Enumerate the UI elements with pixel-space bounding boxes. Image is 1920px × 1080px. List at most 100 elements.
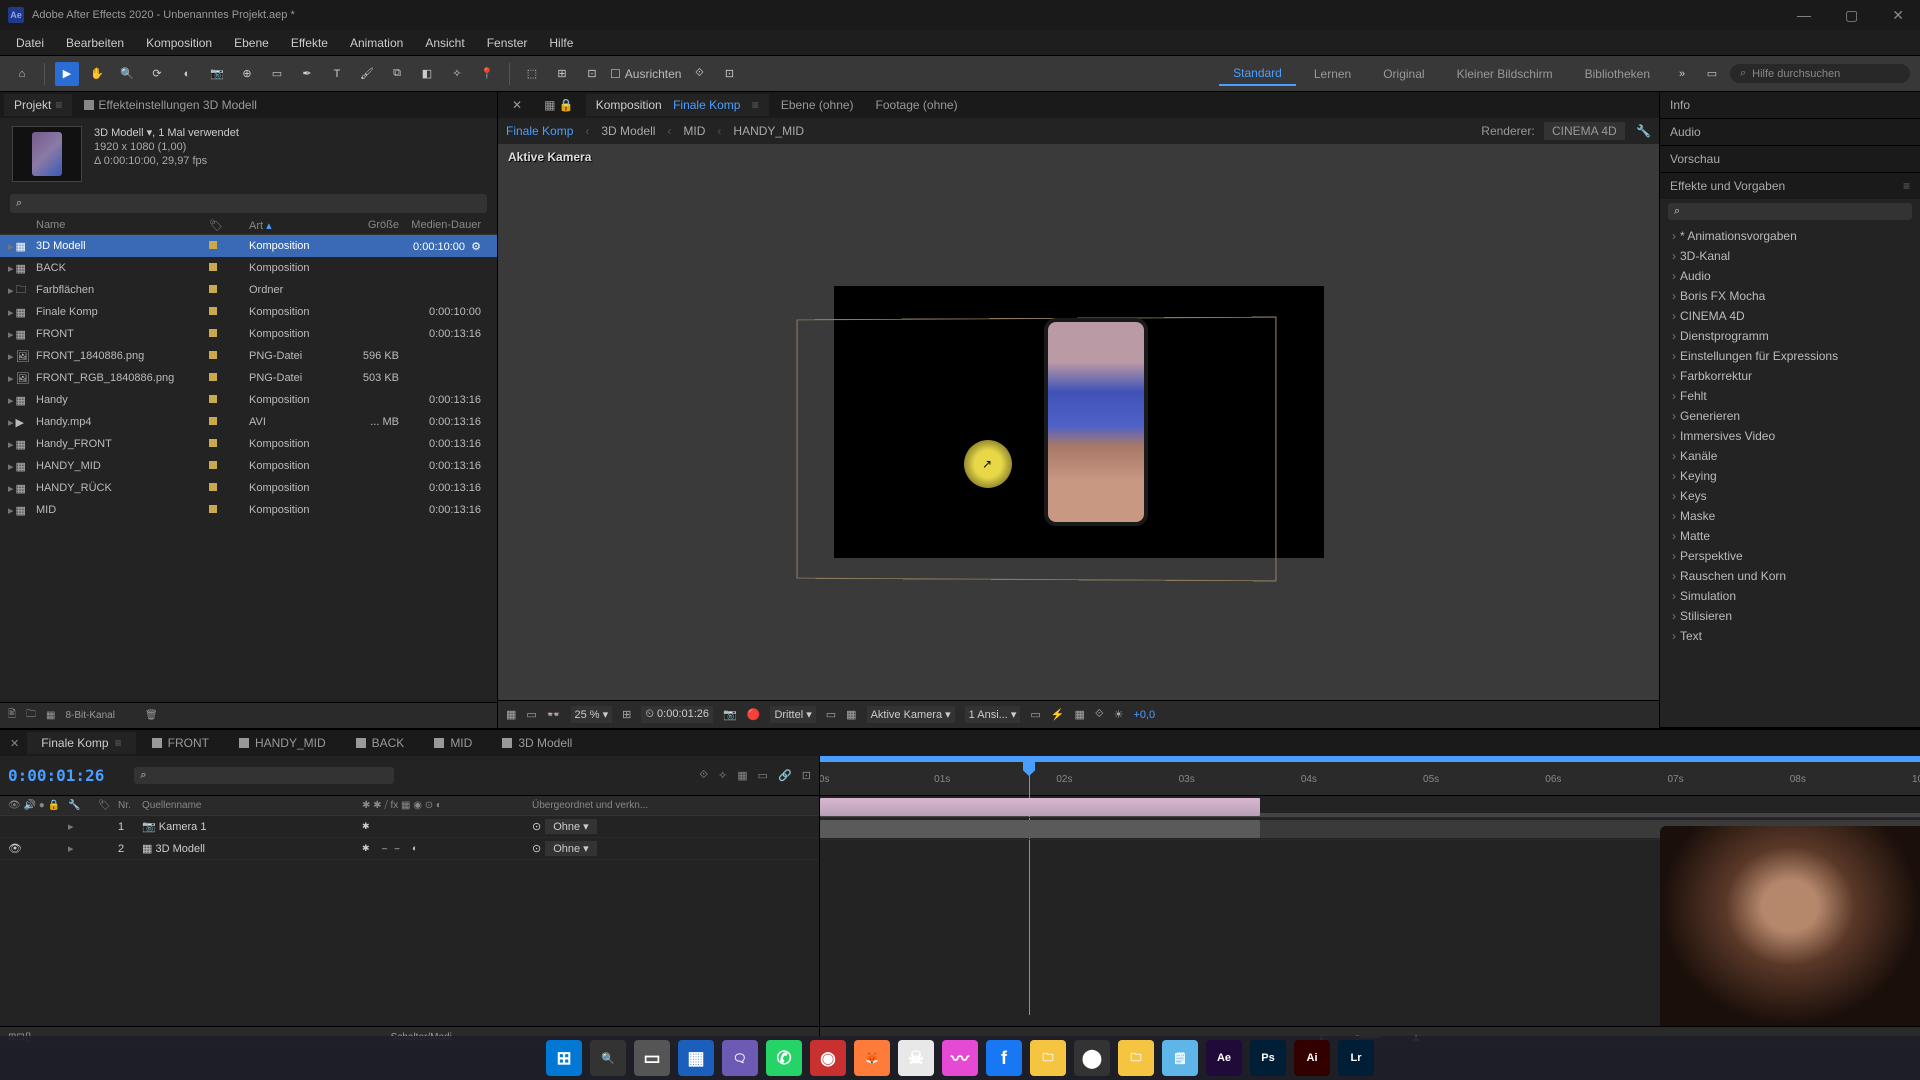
viewport[interactable]: Aktive Kamera — [498, 144, 1659, 700]
project-item[interactable]: ▸ ▦ Handy_FRONT Komposition 0:00:13:16 — [0, 433, 497, 455]
project-item[interactable]: ▸ ▦ Handy Komposition 0:00:13:16 — [0, 389, 497, 411]
maximize-button[interactable]: ▢ — [1837, 3, 1866, 28]
menu-fenster[interactable]: Fenster — [477, 32, 538, 54]
rotate-tool[interactable]: ◐ — [175, 62, 199, 86]
pen-tool[interactable]: ✒ — [295, 62, 319, 86]
minimize-button[interactable]: — — [1789, 3, 1819, 28]
taskbar-app[interactable]: Ai — [1294, 1040, 1330, 1076]
menu-effekte[interactable]: Effekte — [281, 32, 338, 54]
comp-mini-icon[interactable]: ▦ 🔒 — [534, 94, 584, 116]
column-type[interactable]: Art ▴ — [249, 219, 339, 232]
pixel-aspect-button[interactable]: ▭ — [1030, 708, 1040, 721]
composition-tab[interactable]: Komposition Finale Komp ≡ — [586, 94, 769, 116]
effect-category[interactable]: › * Animationsvorgaben — [1660, 226, 1920, 246]
effect-category[interactable]: › Text — [1660, 626, 1920, 646]
tl-icon[interactable]: ▦ — [737, 769, 747, 782]
taskbar-app[interactable]: ▭ — [634, 1040, 670, 1076]
effect-category[interactable]: › Immersives Video — [1660, 426, 1920, 446]
column-duration[interactable]: Medien-Dauer — [399, 219, 489, 232]
effect-category[interactable]: › Boris FX Mocha — [1660, 286, 1920, 306]
camera-tool[interactable]: 📷 — [205, 62, 229, 86]
effect-controls-tab[interactable]: Effekteinstellungen 3D Modell — [74, 94, 267, 116]
menu-komposition[interactable]: Komposition — [136, 32, 222, 54]
current-timecode[interactable]: 0:00:01:26 — [8, 766, 104, 785]
roi-button[interactable]: ▭ — [826, 708, 836, 721]
taskbar-app[interactable]: 🗒 — [1162, 1040, 1198, 1076]
project-search[interactable]: ⌕ — [10, 194, 487, 213]
delete-button[interactable]: 🗑 — [145, 710, 158, 721]
taskbar-app[interactable]: ◉ — [810, 1040, 846, 1076]
reset-exposure-button[interactable]: ☀ — [1114, 708, 1124, 721]
stamp-tool[interactable]: ⧉ — [385, 62, 409, 86]
column-name[interactable]: Name — [36, 219, 209, 232]
timeline-button[interactable]: ▦ — [1075, 708, 1085, 721]
timeline-search[interactable]: ⌕ — [134, 767, 394, 784]
taskbar-app[interactable]: 🗀 — [1118, 1040, 1154, 1076]
workspace-bibliotheken[interactable]: Bibliotheken — [1571, 63, 1664, 85]
exposure-value[interactable]: +0,0 — [1133, 709, 1155, 721]
resolution-dropdown[interactable]: Drittel ▾ — [770, 706, 815, 723]
snapshot-button[interactable]: 📷 — [723, 708, 737, 721]
transparency-grid-button[interactable]: ▦ — [846, 708, 856, 721]
effect-category[interactable]: › CINEMA 4D — [1660, 306, 1920, 326]
hand-tool[interactable]: ✋ — [85, 62, 109, 86]
fast-preview-button[interactable]: ⚡ — [1051, 708, 1065, 721]
view-camera-dropdown[interactable]: Aktive Kamera ▾ — [867, 706, 955, 723]
alpha-button[interactable]: ▦ — [506, 708, 516, 721]
breadcrumb-item[interactable]: MID — [683, 124, 705, 138]
taskbar-app[interactable]: 🔍 — [590, 1040, 626, 1076]
timeline-tab[interactable]: 3D Modell — [488, 732, 586, 754]
new-folder-button[interactable]: 🗀 — [26, 707, 36, 724]
effect-category[interactable]: › Dienstprogramm — [1660, 326, 1920, 346]
text-tool[interactable]: T — [325, 62, 349, 86]
effect-category[interactable]: › Audio — [1660, 266, 1920, 286]
tl-icon[interactable]: 🔗 — [778, 769, 792, 782]
local-axis-button[interactable]: ⬚ — [520, 62, 544, 86]
workspace-kleiner bildschirm[interactable]: Kleiner Bildschirm — [1443, 63, 1567, 85]
taskbar-app[interactable]: ⊞ — [546, 1040, 582, 1076]
taskbar-app[interactable]: 🗀 — [1030, 1040, 1066, 1076]
project-item[interactable]: ▸ 🖼 FRONT_1840886.png PNG-Datei 596 KB — [0, 345, 497, 367]
menu-ebene[interactable]: Ebene — [224, 32, 279, 54]
project-item[interactable]: ▸ ▦ BACK Komposition — [0, 257, 497, 279]
tl-icon[interactable]: ▭ — [758, 769, 768, 782]
workspace-lernen[interactable]: Lernen — [1300, 63, 1365, 85]
world-axis-button[interactable]: ⊞ — [550, 62, 574, 86]
selection-tool[interactable]: ▶ — [55, 62, 79, 86]
effect-category[interactable]: › Perspektive — [1660, 546, 1920, 566]
flowchart-button[interactable]: ⟐ — [1095, 708, 1104, 721]
effect-category[interactable]: › Simulation — [1660, 586, 1920, 606]
zoom-dropdown[interactable]: 25 % ▾ — [571, 706, 613, 723]
channels-button[interactable]: 🔴 — [747, 708, 761, 721]
snap-checkbox[interactable]: ☐ Ausrichten — [610, 67, 681, 81]
effect-category[interactable]: › Generieren — [1660, 406, 1920, 426]
effect-category[interactable]: › Farbkorrektur — [1660, 366, 1920, 386]
menu-bearbeiten[interactable]: Bearbeiten — [56, 32, 134, 54]
phone-3d-model[interactable] — [1044, 318, 1148, 526]
view-axis-button[interactable]: ⊡ — [580, 62, 604, 86]
brush-tool[interactable]: 🖌 — [355, 62, 379, 86]
tl-icon[interactable]: ⟐ — [699, 769, 708, 782]
taskbar-app[interactable]: ⬤ — [1074, 1040, 1110, 1076]
workspace-original[interactable]: Original — [1369, 63, 1438, 85]
time-ruler[interactable]: :00s01s02s03s04s05s06s07s08s10s — [820, 756, 1920, 796]
preview-panel-header[interactable]: Vorschau — [1660, 146, 1920, 172]
timeline-layer[interactable]: ▸ 1 📷 Kamera 1 ✱ ⊙ Ohne ▾ — [0, 816, 819, 838]
effect-category[interactable]: › Kanäle — [1660, 446, 1920, 466]
menu-animation[interactable]: Animation — [340, 32, 413, 54]
close-button[interactable]: ✕ — [1884, 3, 1912, 28]
effects-panel-header[interactable]: Effekte und Vorgaben ≡ — [1660, 173, 1920, 199]
taskbar-app[interactable]: ▦ — [678, 1040, 714, 1076]
timeline-tab[interactable]: MID — [420, 732, 486, 754]
timeline-tab[interactable]: Finale Komp ≡ — [27, 732, 135, 754]
workspace-more[interactable]: » — [1670, 62, 1694, 86]
tl-icon[interactable]: ✧ — [718, 769, 727, 782]
taskbar-app[interactable]: 〰 — [942, 1040, 978, 1076]
workspace-standard[interactable]: Standard — [1219, 62, 1296, 86]
menu-hilfe[interactable]: Hilfe — [539, 32, 583, 54]
project-item[interactable]: ▸ ▦ FRONT Komposition 0:00:13:16 — [0, 323, 497, 345]
effect-category[interactable]: › Einstellungen für Expressions — [1660, 346, 1920, 366]
taskbar-app[interactable]: Ae — [1206, 1040, 1242, 1076]
project-item[interactable]: ▸ ▦ HANDY_RÜCK Komposition 0:00:13:16 — [0, 477, 497, 499]
eraser-tool[interactable]: ◧ — [415, 62, 439, 86]
